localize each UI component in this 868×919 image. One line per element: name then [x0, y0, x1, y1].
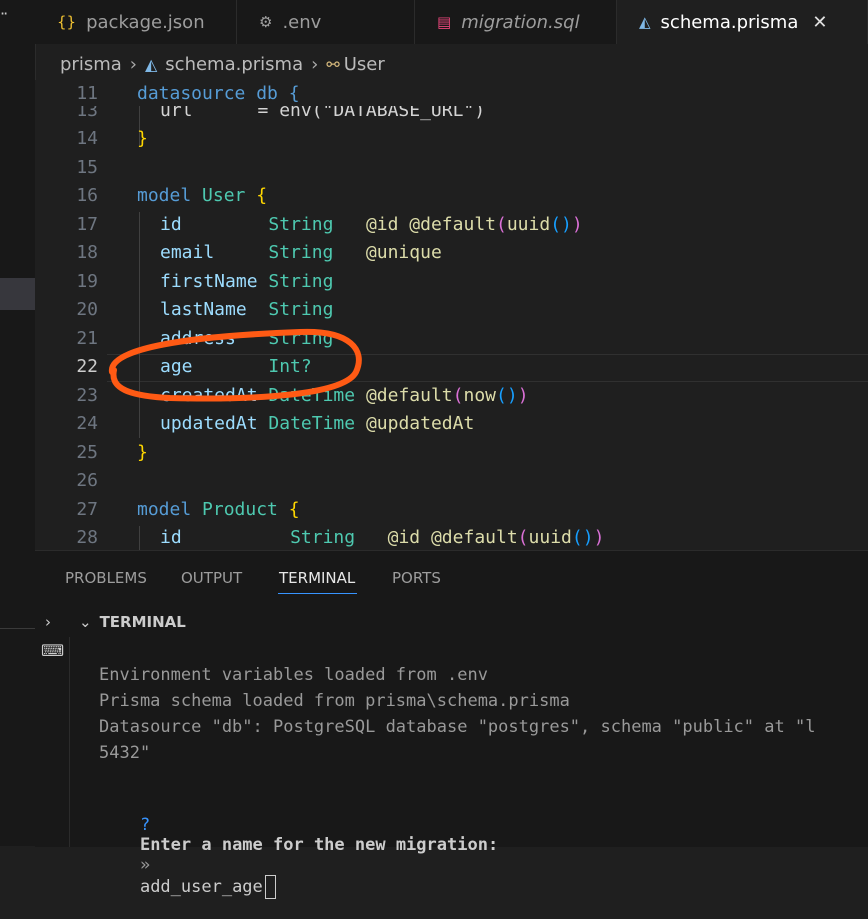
code-line: } [137, 442, 148, 463]
line-number: 19 [76, 271, 98, 292]
prisma-icon: ◭ [144, 54, 158, 74]
line-number: 21 [76, 328, 98, 349]
code-editor[interactable]: 13 url = env("DATABASE_URL") 11 datasour… [35, 80, 868, 550]
code-line: createdAt DateTime @default(now()) [160, 385, 529, 406]
gear-icon: ⚙ [259, 13, 273, 31]
code-line: id String @id @default(uuid()) [160, 527, 605, 548]
code-line: email String @unique [160, 242, 442, 263]
sticky-scroll-header[interactable]: 11 datasource db { [35, 80, 868, 106]
code-line: datasource db { [137, 83, 300, 104]
tab-env[interactable]: ⚙ .env [237, 0, 415, 44]
active-tab-indicator [278, 593, 357, 594]
activity-selected-item[interactable] [0, 278, 35, 310]
terminal-debug-icon[interactable]: ⌨ [41, 641, 64, 660]
line-number: 15 [76, 157, 98, 178]
tab-ports[interactable]: PORTS [392, 569, 441, 587]
terminal-cursor [264, 875, 276, 899]
tab-schema-prisma[interactable]: ◭ schema.prisma ✕ [617, 0, 868, 44]
terminal-section-header[interactable]: › ⌄ TERMINAL [35, 607, 868, 637]
code-line: } [137, 128, 148, 149]
code-line: firstName String [160, 271, 334, 292]
tab-problems[interactable]: PROBLEMS [65, 569, 147, 587]
code-line: model Product { [137, 499, 300, 520]
code-line-current: age Int? [160, 356, 312, 377]
code-line: address String [160, 328, 334, 349]
indent-guide [139, 212, 140, 438]
line-number: 23 [76, 385, 98, 406]
line-number-current: 22 [76, 356, 98, 377]
code-line: id String @id @default(uuid()) [160, 214, 583, 235]
terminal-output-line: Environment variables loaded from .env [99, 665, 488, 685]
terminal-output-line: Datasource "db": PostgreSQL database "po… [99, 717, 816, 737]
chevron-right-icon: › [311, 53, 319, 75]
terminal-output-line: Prisma schema loaded from prisma\schema.… [99, 691, 570, 711]
line-number: 20 [76, 299, 98, 320]
tab-label: package.json [86, 11, 205, 33]
line-number: 24 [76, 413, 98, 434]
line-number: 28 [76, 527, 98, 548]
breadcrumb-file[interactable]: schema.prisma [165, 54, 303, 75]
code-line: updatedAt DateTime @updatedAt [160, 413, 475, 434]
chevron-down-icon[interactable]: ⌄ [79, 613, 92, 631]
line-number: 14 [76, 128, 98, 149]
bottom-panel: PROBLEMS OUTPUT TERMINAL PORTS › ⌄ TERMI… [35, 550, 868, 899]
prompt-symbol: ? [139, 815, 151, 835]
terminal-prompt[interactable]: ? Enter a name for the new migration: » … [99, 795, 498, 919]
terminal-input[interactable]: add_user_age [140, 877, 263, 897]
tab-label: schema.prisma [660, 11, 799, 33]
tab-package-json[interactable]: {} package.json [35, 0, 237, 44]
line-number: 26 [76, 470, 98, 491]
line-number: 18 [76, 242, 98, 263]
line-number: 16 [76, 185, 98, 206]
code-line: model User { [137, 185, 268, 206]
tab-label: .env [282, 11, 322, 33]
braces-icon: {} [57, 13, 77, 31]
tab-migration-sql[interactable]: ▤ migration.sql [415, 0, 617, 44]
activity-divider [0, 628, 35, 629]
close-icon[interactable]: ✕ [812, 12, 827, 33]
database-icon: ▤ [437, 13, 452, 31]
chevron-right-icon[interactable]: › [45, 613, 51, 631]
code-line: lastName String [160, 299, 334, 320]
chevron-right-icon: › [129, 53, 137, 75]
tab-label: migration.sql [461, 11, 580, 33]
terminal-section-title: TERMINAL [99, 613, 186, 631]
breadcrumb-symbol[interactable]: User [344, 54, 385, 75]
activity-bar: ·· [0, 0, 36, 846]
editor-tab-bar: {} package.json ⚙ .env ▤ migration.sql ◭… [35, 0, 868, 44]
breadcrumb: prisma › ◭ schema.prisma › ⚯ User [60, 52, 385, 76]
line-number: 27 [76, 499, 98, 520]
line-number: 11 [76, 83, 98, 104]
prompt-arrow: » [139, 855, 151, 875]
breadcrumb-folder[interactable]: prisma [60, 54, 122, 75]
line-number: 17 [76, 214, 98, 235]
more-actions-icon[interactable]: ·· [0, 4, 8, 23]
tab-terminal[interactable]: TERMINAL [279, 569, 355, 587]
prompt-question: Enter a name for the new migration: [139, 835, 499, 855]
tab-output[interactable]: OUTPUT [181, 569, 242, 587]
terminal-output-line: 5432" [99, 743, 151, 763]
line-number: 25 [76, 442, 98, 463]
indent-guide [139, 526, 140, 550]
prisma-icon: ◭ [639, 13, 651, 31]
symbol-struct-icon: ⚯ [326, 54, 340, 74]
terminal-tabs-sidebar: ⌨ [35, 637, 70, 847]
